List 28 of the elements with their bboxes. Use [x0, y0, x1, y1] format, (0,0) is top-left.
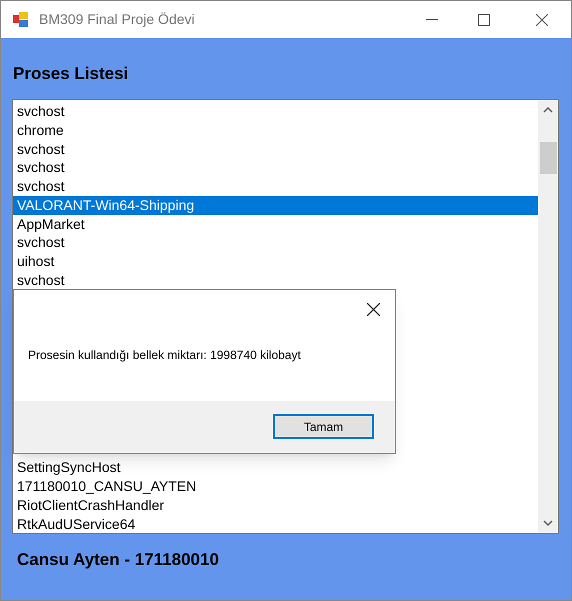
list-item[interactable]: 171180010_CANSU_AYTEN [13, 477, 538, 496]
list-item[interactable]: svchost [13, 177, 538, 196]
list-item[interactable]: svchost [13, 102, 538, 121]
list-item[interactable]: SettingSyncHost [13, 458, 538, 477]
list-item[interactable]: svchost [13, 233, 538, 252]
list-item[interactable]: svchost [13, 158, 538, 177]
dialog-message: Prosesin kullandığı bellek miktarı: 1998740 kilobayt [28, 347, 302, 364]
list-item[interactable]: chrome [13, 120, 538, 140]
list-item[interactable]: RtkAudUService64 [13, 514, 538, 534]
list-item[interactable]: uihost [13, 252, 538, 271]
ok-button[interactable]: Tamam [273, 414, 374, 439]
maximize-icon [478, 14, 490, 26]
heading: Proses Listesi [13, 64, 130, 84]
window-title: BM309 Final Proje Ödevi [39, 10, 195, 29]
close-icon [536, 14, 548, 26]
list-item[interactable]: AppMarket [13, 214, 538, 234]
scrollbar[interactable] [538, 100, 558, 533]
list-item[interactable]: RiotClientCrashHandler [13, 496, 538, 514]
app-icon [12, 10, 30, 28]
scroll-down-icon [543, 520, 553, 526]
footer-text: Cansu Ayten - 171180010 [17, 550, 220, 570]
list-item[interactable]: VALORANT-Win64-Shipping [13, 196, 538, 214]
close-icon [366, 302, 380, 316]
scroll-thumb[interactable] [540, 142, 556, 174]
scroll-up-icon [543, 107, 553, 113]
list-item[interactable]: svchost [13, 140, 538, 158]
minimize-icon [426, 18, 438, 20]
list-item[interactable]: svchost [13, 270, 538, 290]
